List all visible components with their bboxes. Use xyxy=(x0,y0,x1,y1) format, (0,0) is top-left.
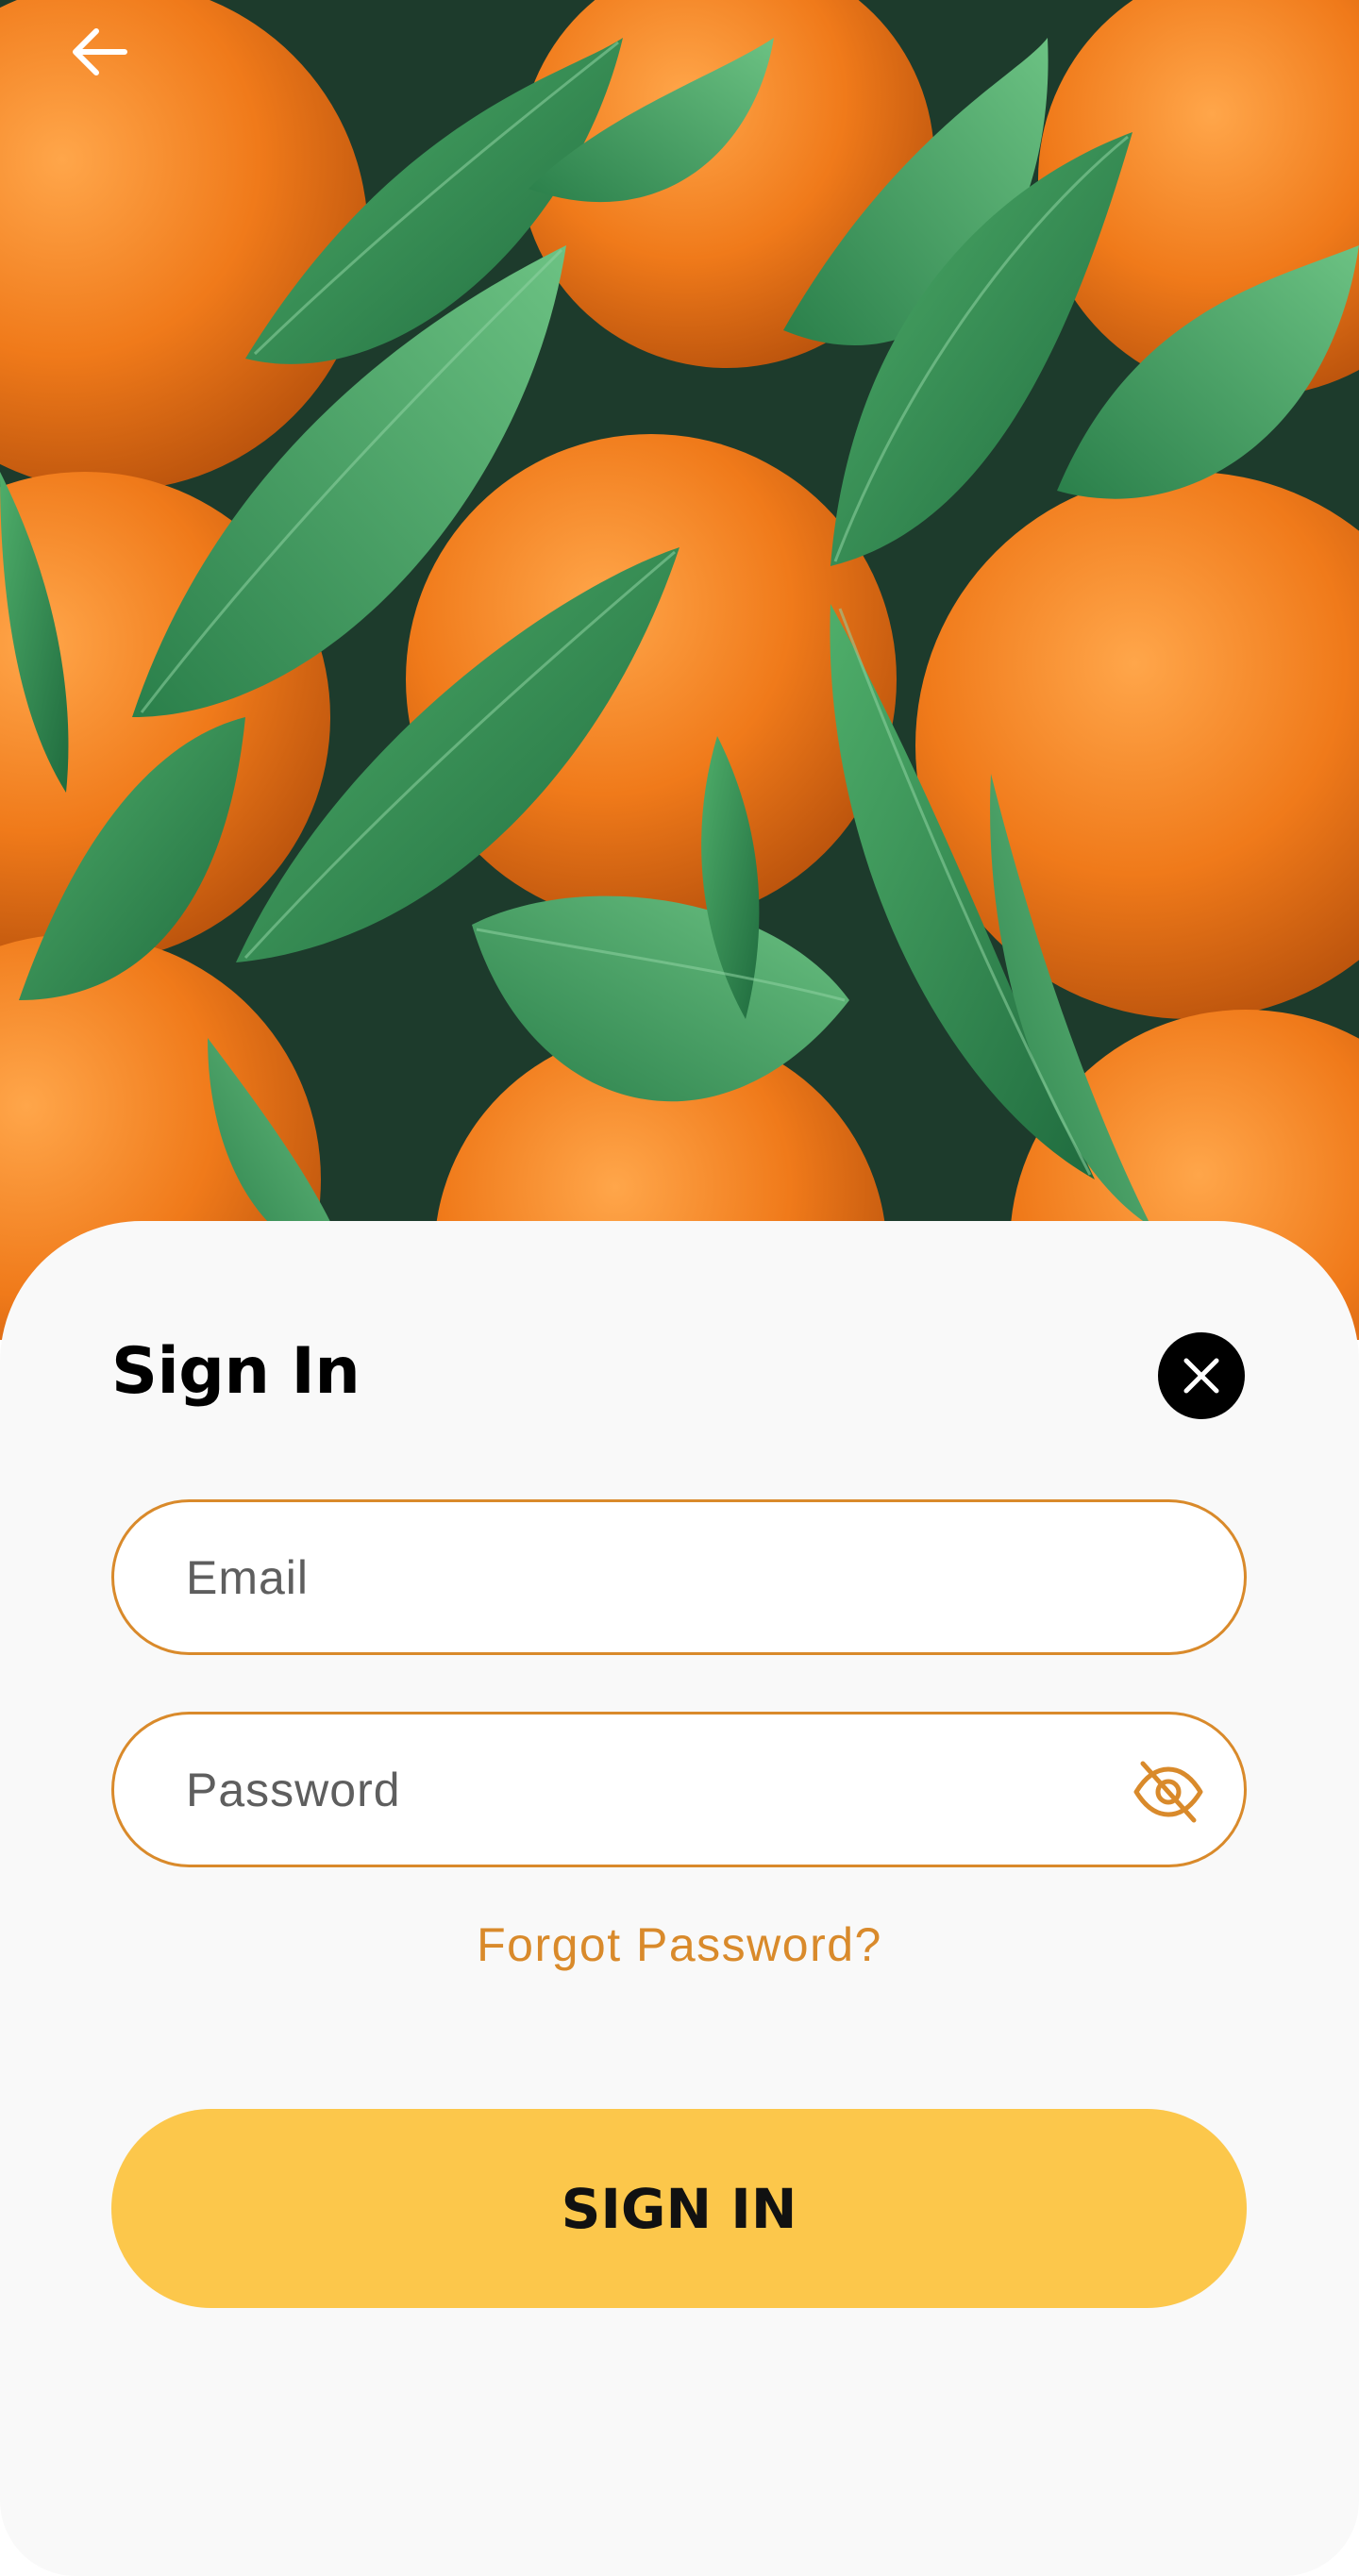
sheet-title: Sign In xyxy=(111,1334,361,1409)
close-icon xyxy=(1183,1358,1219,1394)
citrus-illustration xyxy=(0,0,1359,1340)
email-field[interactable] xyxy=(184,1548,1037,1606)
forgot-password-link[interactable]: Forgot Password? xyxy=(0,1917,1359,1972)
email-field-container xyxy=(111,1499,1247,1655)
close-button[interactable] xyxy=(1158,1332,1245,1419)
sign-in-sheet: Sign In Forgot Password? SIGN IN xyxy=(0,1221,1359,2576)
password-visibility-toggle[interactable] xyxy=(1131,1757,1206,1825)
eye-off-icon xyxy=(1133,1761,1203,1823)
password-field-container xyxy=(111,1712,1247,1867)
sign-in-screen: Sign In Forgot Password? SIGN IN xyxy=(0,0,1359,2576)
back-button[interactable] xyxy=(57,9,142,94)
hero-image xyxy=(0,0,1359,1340)
arrow-left-icon xyxy=(73,28,127,75)
sign-in-button[interactable]: SIGN IN xyxy=(111,2109,1247,2308)
password-field[interactable] xyxy=(184,1761,1037,1818)
